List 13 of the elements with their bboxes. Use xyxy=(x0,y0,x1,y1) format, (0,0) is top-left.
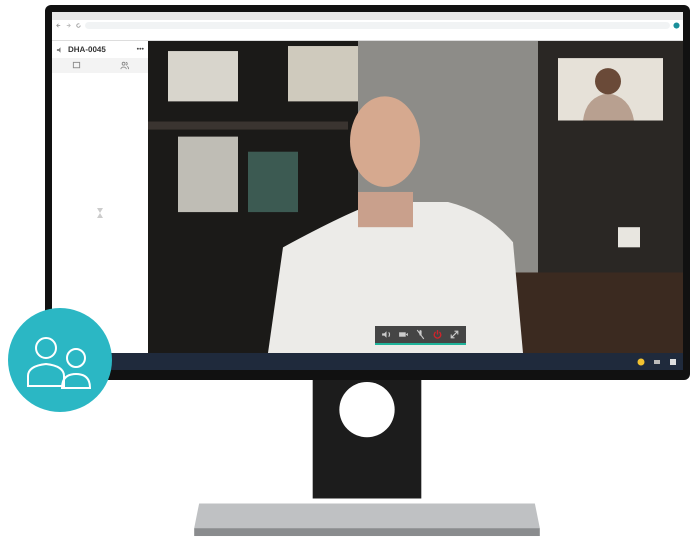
mic-off-icon[interactable] xyxy=(415,329,426,340)
reload-icon[interactable] xyxy=(75,22,82,28)
back-icon[interactable] xyxy=(55,22,62,28)
chat-icon[interactable] xyxy=(72,61,80,70)
tray-icon[interactable] xyxy=(653,358,661,366)
notification-icon[interactable] xyxy=(669,358,677,366)
call-title: DHA-0045 xyxy=(68,45,107,54)
expand-icon[interactable] xyxy=(449,329,460,340)
hourglass-icon xyxy=(96,207,104,219)
speaker-icon[interactable] xyxy=(381,329,392,340)
avatar-icon[interactable] xyxy=(673,22,680,28)
people-icon[interactable] xyxy=(120,61,128,70)
sun-icon[interactable] xyxy=(637,358,645,366)
